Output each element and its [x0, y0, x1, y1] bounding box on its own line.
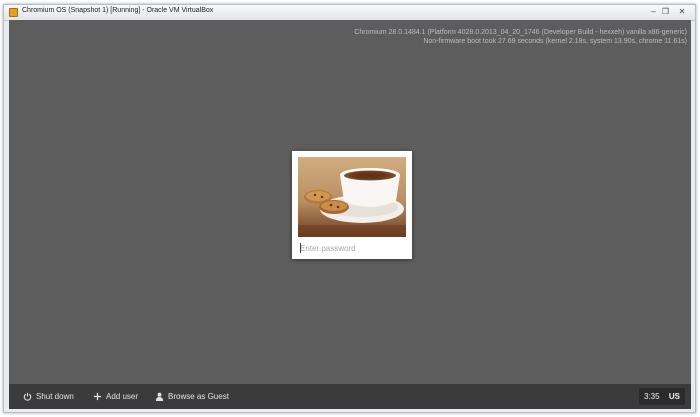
version-line: Chromium 28.0.1484.1 (Platform 4028.0.20…: [354, 29, 687, 36]
add-user-button[interactable]: Add user: [93, 384, 138, 409]
power-icon: [23, 392, 32, 401]
version-info: Chromium 28.0.1484.1 (Platform 4028.0.20…: [354, 28, 687, 46]
window-title: Chromium OS (Snapshot 1) [Running] - Ora…: [22, 7, 214, 14]
coffee-photo-icon: [298, 157, 406, 237]
shutdown-button[interactable]: Shut down: [23, 384, 74, 409]
minimize-button[interactable]: –: [648, 6, 659, 17]
virtualbox-window: Chromium OS (Snapshot 1) [Running] - Ora…: [3, 4, 696, 413]
user-image[interactable]: [298, 157, 406, 237]
maximize-button[interactable]: ❐: [660, 6, 671, 17]
keyboard-layout-indicator: US: [668, 392, 680, 401]
browse-as-guest-label: Browse as Guest: [168, 392, 229, 401]
add-user-label: Add user: [106, 392, 139, 401]
login-shelf: Shut down Add user Browse as Guest 3:35 …: [9, 384, 691, 409]
system-tray[interactable]: 3:35 US: [639, 388, 685, 405]
plus-icon: [93, 392, 102, 401]
user-pod[interactable]: [292, 151, 412, 259]
clock: 3:35: [644, 392, 660, 401]
browse-as-guest-button[interactable]: Browse as Guest: [155, 384, 229, 409]
close-button[interactable]: ✕: [673, 6, 691, 17]
virtualbox-app-icon: [9, 8, 18, 17]
chromeos-login-screen: Chromium 28.0.1484.1 (Platform 4028.0.20…: [9, 20, 691, 409]
text-caret: [300, 243, 301, 253]
window-titlebar[interactable]: Chromium OS (Snapshot 1) [Running] - Ora…: [4, 5, 695, 21]
boot-time-line: Non-firmware boot took 27.69 seconds (ke…: [423, 38, 687, 45]
password-input[interactable]: [298, 241, 406, 255]
person-icon: [155, 392, 164, 401]
shutdown-label: Shut down: [36, 392, 74, 401]
